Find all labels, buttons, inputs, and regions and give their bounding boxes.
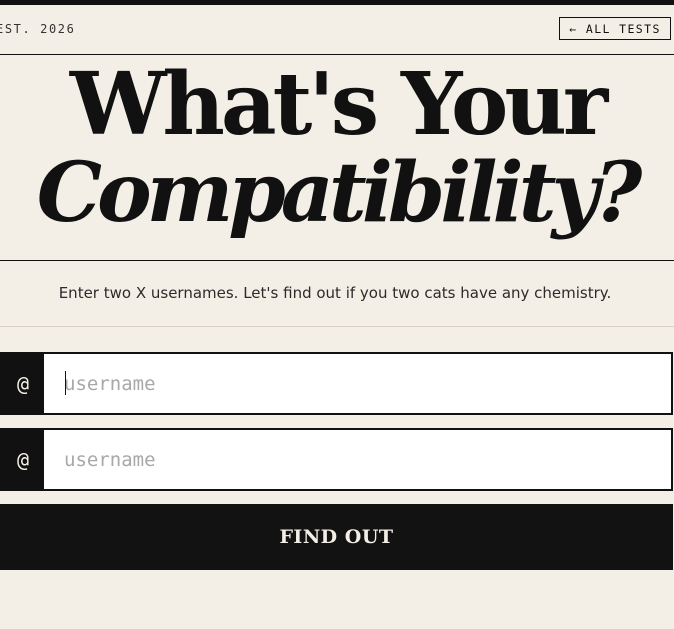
- page-subtitle: Enter two X usernames. Let's find out if…: [58, 284, 612, 302]
- all-tests-button[interactable]: ← ALL TESTS: [559, 17, 671, 40]
- form-divider: [0, 326, 674, 327]
- find-out-button[interactable]: FIND OUT: [0, 504, 673, 570]
- title-line-1: What's Your: [69, 56, 608, 155]
- title-line-2: Compatibility?: [36, 145, 643, 241]
- username-input-1[interactable]: [44, 354, 671, 413]
- username-field-2[interactable]: @: [0, 428, 673, 491]
- header-divider: [0, 54, 674, 55]
- username-field-1[interactable]: @: [0, 352, 673, 415]
- at-prefix: @: [2, 430, 44, 489]
- at-prefix: @: [2, 354, 44, 413]
- top-border: [0, 0, 674, 5]
- established-label: EST. 2026: [0, 22, 76, 36]
- headline-divider: [0, 260, 674, 261]
- page-title: What's Your Compatibility?: [0, 56, 674, 260]
- text-cursor: [65, 371, 66, 395]
- username-input-2[interactable]: [44, 430, 671, 489]
